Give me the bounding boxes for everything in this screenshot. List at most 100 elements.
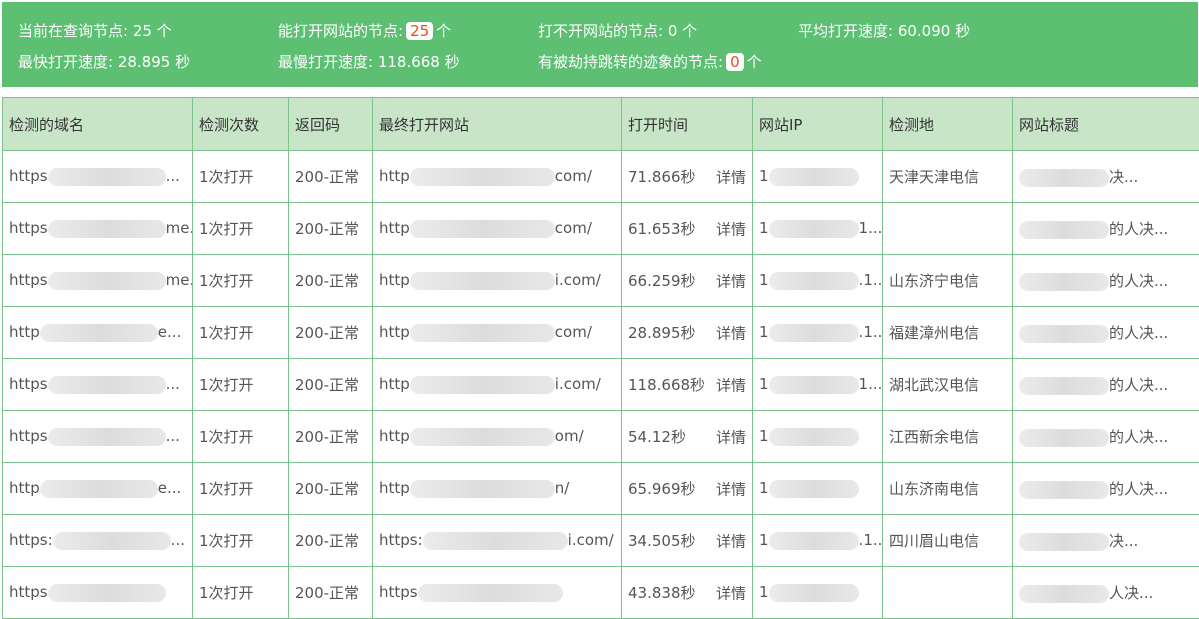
- domain-prefix: http: [9, 323, 40, 341]
- detail-link[interactable]: 详情: [716, 218, 746, 239]
- title-cell: 的人决...: [1013, 411, 1199, 463]
- column-header-domain[interactable]: 检测的域名: [3, 98, 193, 151]
- column-header-ip[interactable]: 网站IP: [753, 98, 883, 151]
- ip-prefix: 1: [759, 583, 769, 601]
- ip-cell: 11...: [753, 359, 883, 411]
- detail-link[interactable]: 详情: [716, 426, 746, 447]
- column-header-time[interactable]: 打开时间: [622, 98, 753, 151]
- code-cell: 200-正常: [289, 411, 373, 463]
- title-suffix: 的人决...: [1109, 220, 1168, 238]
- final-site-suffix: om/: [555, 427, 584, 445]
- title-cell: 的人决...: [1013, 463, 1199, 515]
- domain-suffix: ...: [166, 375, 180, 393]
- redacted-blur: [769, 324, 859, 342]
- final-site-suffix: com/: [555, 167, 592, 185]
- ip-prefix: 1: [759, 219, 769, 237]
- open-nodes-badge: 25: [406, 22, 433, 40]
- domain-prefix: https: [9, 219, 48, 237]
- ip-prefix: 1: [759, 323, 769, 341]
- open-time: 118.668秒: [628, 376, 705, 394]
- domain-cell: https...: [3, 359, 193, 411]
- title-cell: 的人决...: [1013, 307, 1199, 359]
- location-cell: 天津天津电信: [883, 151, 1013, 203]
- detail-link[interactable]: 详情: [716, 478, 746, 499]
- final-site-prefix: http: [379, 167, 410, 185]
- table-row: https1次打开200-正常https43.838秒详情1人决...: [3, 567, 1199, 619]
- count-cell: 1次打开: [193, 567, 289, 619]
- domain-prefix: https: [9, 167, 48, 185]
- hijack-nodes-label: 有被劫持跳转的迹象的节点:: [538, 53, 723, 71]
- final-site-cell: https: [373, 567, 622, 619]
- location-cell: 四川眉山电信: [883, 515, 1013, 567]
- code-cell: 200-正常: [289, 255, 373, 307]
- detail-link[interactable]: 详情: [716, 582, 746, 603]
- redacted-blur: [1019, 585, 1109, 603]
- column-header-final-site[interactable]: 最终打开网站: [373, 98, 622, 151]
- ip-cell: 1.1...: [753, 307, 883, 359]
- time-cell: 43.838秒详情: [622, 567, 753, 619]
- domain-cell: https...: [3, 151, 193, 203]
- final-site-cell: httpom/: [373, 411, 622, 463]
- final-site-cell: httpcom/: [373, 203, 622, 255]
- querying-nodes-stat: 当前在查询节点: 25 个: [18, 21, 172, 41]
- column-header-count[interactable]: 检测次数: [193, 98, 289, 151]
- title-suffix: 决...: [1109, 168, 1138, 186]
- redacted-blur: [1019, 533, 1109, 551]
- table-row: https...1次打开200-正常httpom/54.12秒详情1江西新余电信…: [3, 411, 1199, 463]
- final-site-cell: http com/: [373, 151, 622, 203]
- redacted-blur: [1019, 221, 1109, 239]
- hijack-nodes-stat: 有被劫持跳转的迹象的节点:0个: [538, 52, 762, 72]
- domain-prefix: https: [9, 271, 48, 289]
- domain-prefix: http: [9, 479, 40, 497]
- redacted-blur: [48, 376, 166, 394]
- final-site-prefix: http: [379, 219, 410, 237]
- count-cell: 1次打开: [193, 255, 289, 307]
- redacted-blur: [769, 480, 859, 498]
- table-row: httpsme...1次打开200-正常httpcom/61.653秒详情11.…: [3, 203, 1199, 255]
- title-suffix: 的人决...: [1109, 376, 1168, 394]
- domain-prefix: https: [9, 427, 48, 445]
- domain-suffix: ...: [166, 427, 180, 445]
- detail-link[interactable]: 详情: [716, 530, 746, 551]
- final-site-prefix: https: [379, 583, 418, 601]
- location-cell: 山东济南电信: [883, 463, 1013, 515]
- detail-link[interactable]: 详情: [716, 166, 746, 187]
- column-header-code[interactable]: 返回码: [289, 98, 373, 151]
- final-site-prefix: https:: [379, 531, 423, 549]
- domain-suffix: ...: [171, 531, 185, 549]
- title-cell: 的人决...: [1013, 203, 1199, 255]
- detail-link[interactable]: 详情: [716, 270, 746, 291]
- ip-cell: 1.1...: [753, 515, 883, 567]
- redacted-blur: [1019, 429, 1109, 447]
- final-site-suffix: i.com/: [555, 375, 601, 393]
- open-time: 66.259秒: [628, 272, 696, 290]
- column-header-location[interactable]: 检测地: [883, 98, 1013, 151]
- ip-prefix: 1: [759, 167, 769, 185]
- detail-link[interactable]: 详情: [716, 322, 746, 343]
- redacted-blur: [410, 324, 555, 342]
- table-row: httpe...1次打开200-正常httpn/65.969秒详情1山东济南电信…: [3, 463, 1199, 515]
- count-cell: 1次打开: [193, 515, 289, 567]
- table-row: httpsme...1次打开200-正常httpi.com/66.259秒详情1…: [3, 255, 1199, 307]
- failed-nodes-stat: 打不开网站的节点: 0 个: [538, 21, 697, 41]
- average-speed-stat: 平均打开速度: 60.090 秒: [798, 21, 970, 41]
- time-cell: 28.895秒详情: [622, 307, 753, 359]
- redacted-blur: [1019, 273, 1109, 291]
- open-time: 71.866秒: [628, 168, 696, 186]
- slowest-speed-stat: 最慢打开速度: 118.668 秒: [278, 52, 460, 72]
- redacted-blur: [423, 532, 568, 550]
- code-cell: 200-正常: [289, 515, 373, 567]
- detail-link[interactable]: 详情: [716, 374, 746, 395]
- count-cell: 1次打开: [193, 203, 289, 255]
- code-cell: 200-正常: [289, 307, 373, 359]
- final-site-suffix: com/: [555, 323, 592, 341]
- title-suffix: 决...: [1109, 532, 1138, 550]
- time-cell: 66.259秒 详情: [622, 255, 753, 307]
- code-cell: 200-正常: [289, 463, 373, 515]
- redacted-blur: [410, 480, 555, 498]
- column-header-title[interactable]: 网站标题: [1013, 98, 1199, 151]
- domain-suffix: ...: [166, 167, 180, 185]
- domain-prefix: https: [9, 375, 48, 393]
- open-time: 54.12秒: [628, 428, 686, 446]
- title-cell: 的人决...: [1013, 255, 1199, 307]
